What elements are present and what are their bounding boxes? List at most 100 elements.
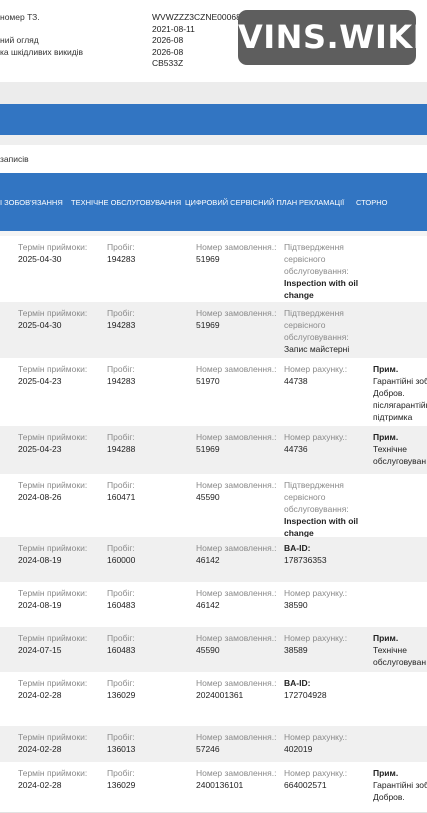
record-note-label: Прим. xyxy=(373,432,399,442)
order-number-label: Номер замовлення.: xyxy=(196,308,277,318)
record-note-value: Технічне обслуговуван xyxy=(373,645,427,667)
record-detail-value: 44736 xyxy=(284,444,308,454)
tab-maintenance[interactable]: ТЕХНІЧНЕ ОБСЛУГОВУВАННЯ xyxy=(71,198,181,207)
order-number-label: Номер замовлення.: xyxy=(196,480,277,490)
info-value-vin: WVWZZZ3CZNE000685 xyxy=(152,12,246,22)
record-detail: Номер рахунку.: 44738 xyxy=(284,363,370,387)
record-detail: Підтвердження сервісного обслуговування:… xyxy=(284,241,370,301)
record-detail-label: Номер рахунку.: xyxy=(284,588,348,598)
tab-digital-service-plan[interactable]: ЦИФРОВИЙ СЕРВІСНИЙ ПЛАН xyxy=(185,198,297,207)
received-date-value: 2024-07-15 xyxy=(18,645,62,655)
record-note-value: Гарантійні зоб. Добров. xyxy=(373,780,427,802)
mileage-label: Пробіг: xyxy=(107,768,135,778)
received-date-label: Термін приймоки: xyxy=(18,543,88,553)
mileage-label: Пробіг: xyxy=(107,732,135,742)
record-detail-label: Номер рахунку.: xyxy=(284,633,348,643)
record-detail: Номер рахунку.: 402019 xyxy=(284,731,370,755)
order-number-label: Номер замовлення.: xyxy=(196,633,277,643)
received-date-value: 2024-02-28 xyxy=(18,690,62,700)
tab-obligations[interactable]: І ЗОБОВ'ЯЗАННЯ xyxy=(0,198,63,207)
record-detail: Номер рахунку.: 38589 xyxy=(284,632,370,656)
section-divider xyxy=(0,82,427,104)
service-record-row: Термін приймоки: 2025-04-30 Пробіг: 194283 Н… xyxy=(0,302,427,359)
section-divider xyxy=(0,135,427,145)
order-number-label: Номер замовлення.: xyxy=(196,768,277,778)
order-number-value: 2400136101 xyxy=(196,780,244,790)
mileage: Пробіг: 194288 xyxy=(107,431,192,455)
received-date-label: Термін приймоки: xyxy=(18,480,88,490)
order-number: Номер замовлення.: 45590 xyxy=(196,479,281,503)
mileage: Пробіг: 160483 xyxy=(107,587,192,611)
received-date: Термін приймоки: 2024-07-15 xyxy=(18,632,106,656)
order-number-label: Номер замовлення.: xyxy=(196,543,277,553)
service-record-row: Термін приймоки: 2025-04-23 Пробіг: 194288 Н… xyxy=(0,426,427,475)
order-number: Номер замовлення.: 57246 xyxy=(196,731,281,755)
received-date-value: 2024-02-28 xyxy=(18,744,62,754)
mileage-label: Пробіг: xyxy=(107,308,135,318)
order-number-value: 45590 xyxy=(196,492,220,502)
record-detail-value: Inspection with oil change xyxy=(284,516,359,538)
order-number: Номер замовлення.: 51969 xyxy=(196,307,281,331)
received-date-value: 2025-04-23 xyxy=(18,444,62,454)
received-date: Термін приймоки: 2024-02-28 xyxy=(18,767,106,791)
mileage-value: 160483 xyxy=(107,600,136,610)
mileage-label: Пробіг: xyxy=(107,364,135,374)
record-detail-label: BA-ID: xyxy=(284,543,311,553)
info-label-plate: номер ТЗ. xyxy=(0,12,40,22)
order-number-label: Номер замовлення.: xyxy=(196,588,277,598)
record-note-label: Прим. xyxy=(373,633,399,643)
record-detail: Номер рахунку.: 44736 xyxy=(284,431,370,455)
tab-storno[interactable]: СТОРНО xyxy=(356,198,388,207)
order-number-value: 51969 xyxy=(196,254,220,264)
vehicle-info-panel: номер ТЗ. WVWZZZ3CZNE000685 2021-08-11 н… xyxy=(0,0,427,82)
record-detail-label: Підтвердження сервісного обслуговування: xyxy=(284,308,349,342)
order-number: Номер замовлення.: 51969 xyxy=(196,431,281,455)
record-note-label: Прим. xyxy=(373,768,399,778)
received-date-value: 2024-08-19 xyxy=(18,600,62,610)
order-number: Номер замовлення.: 46142 xyxy=(196,587,281,611)
received-date: Термін приймоки: 2024-08-26 xyxy=(18,479,106,503)
record-note: Прим. Технічне обслуговуван xyxy=(373,632,427,668)
order-number-label: Номер замовлення.: xyxy=(196,678,277,688)
mileage-value: 160483 xyxy=(107,645,136,655)
mileage-label: Пробіг: xyxy=(107,633,135,643)
service-record-row: Термін приймоки: 2024-08-26 Пробіг: 160471 Н… xyxy=(0,474,427,538)
mileage: Пробіг: 136013 xyxy=(107,731,192,755)
mileage: Пробіг: 160483 xyxy=(107,632,192,656)
received-date-label: Термін приймоки: xyxy=(18,432,88,442)
received-date-value: 2024-08-19 xyxy=(18,555,62,565)
record-detail-label: Номер рахунку.: xyxy=(284,364,348,374)
received-date-label: Термін приймоки: xyxy=(18,732,88,742)
record-detail-label: Номер рахунку.: xyxy=(284,768,348,778)
mileage-value: 160000 xyxy=(107,555,136,565)
record-detail-value: 664002571 xyxy=(284,780,327,790)
mileage-label: Пробіг: xyxy=(107,480,135,490)
records-count-bar: записів xyxy=(0,145,427,173)
mileage: Пробіг: 136029 xyxy=(107,767,192,791)
order-number: Номер замовлення.: 2400136101 xyxy=(196,767,281,791)
mileage-value: 136013 xyxy=(107,744,136,754)
received-date-label: Термін приймоки: xyxy=(18,678,88,688)
record-note: Прим. Гарантійні зоб. Добров. xyxy=(373,767,427,803)
received-date-value: 2024-02-28 xyxy=(18,780,62,790)
received-date-label: Термін приймоки: xyxy=(18,364,88,374)
service-record-row: Термін приймоки: 2025-04-23 Пробіг: 194283 Н… xyxy=(0,358,427,427)
received-date: Термін приймоки: 2025-04-23 xyxy=(18,363,106,387)
received-date-label: Термін приймоки: xyxy=(18,633,88,643)
service-record-row: Термін приймоки: 2024-08-19 Пробіг: 160483 Н… xyxy=(0,582,427,628)
mileage-value: 194283 xyxy=(107,320,136,330)
service-record-row: Термін приймоки: 2024-02-28 Пробіг: 136013 Н… xyxy=(0,726,427,763)
received-date: Термін приймоки: 2025-04-23 xyxy=(18,431,106,455)
info-value-inspection: 2026-08 xyxy=(152,35,184,45)
tab-complaints[interactable]: РЕКЛАМАЦІЇ xyxy=(299,198,344,207)
received-date-label: Термін приймоки: xyxy=(18,588,88,598)
record-detail-value: Запис майстерні xyxy=(284,344,350,354)
mileage: Пробіг: 136029 xyxy=(107,677,192,701)
record-detail-value: Inspection with oil change xyxy=(284,278,359,300)
received-date-label: Термін приймоки: xyxy=(18,308,88,318)
record-detail: BA-ID: 172704928 xyxy=(284,677,370,701)
mileage-label: Пробіг: xyxy=(107,678,135,688)
mileage: Пробіг: 160000 xyxy=(107,542,192,566)
record-detail-label: Номер рахунку.: xyxy=(284,432,348,442)
order-number-value: 51970 xyxy=(196,376,220,386)
